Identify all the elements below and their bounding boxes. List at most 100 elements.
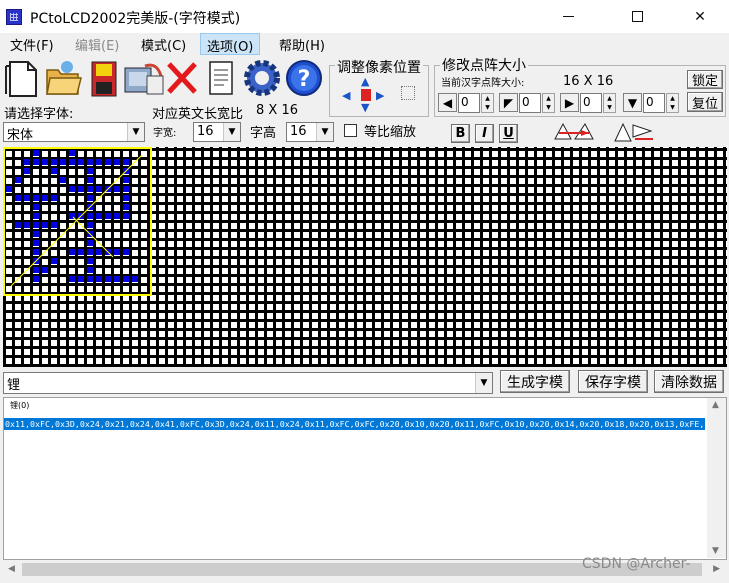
- pixel-on[interactable]: [69, 186, 75, 192]
- pixel-on[interactable]: [69, 159, 75, 165]
- generate-button[interactable]: 生成字模: [500, 370, 570, 393]
- pixel-on[interactable]: [87, 213, 93, 219]
- pixel-on[interactable]: [114, 249, 120, 255]
- minimize-button[interactable]: [545, 0, 591, 33]
- character-input[interactable]: 锂 ▼: [3, 372, 493, 394]
- pixel-on[interactable]: [60, 177, 66, 183]
- flip-horizontal-icon[interactable]: [551, 121, 597, 143]
- shift-up-icon[interactable]: ▲: [361, 75, 371, 88]
- pixel-on[interactable]: [87, 276, 93, 282]
- flip-vertical-icon[interactable]: [611, 121, 657, 143]
- spinner-bottom-field[interactable]: 0: [643, 93, 665, 113]
- pixel-on[interactable]: [33, 159, 39, 165]
- spinner-top-field[interactable]: 0: [519, 93, 541, 113]
- lock-button[interactable]: 锁定: [687, 70, 723, 89]
- spinner-left-buttons[interactable]: ▲ ▼: [481, 93, 494, 113]
- pixel-on[interactable]: [33, 231, 39, 237]
- pixel-on[interactable]: [87, 240, 93, 246]
- spinner-top-buttons[interactable]: ▲ ▼: [542, 93, 555, 113]
- pixel-on[interactable]: [33, 213, 39, 219]
- pixel-on[interactable]: [114, 186, 120, 192]
- chevron-down-icon[interactable]: ▼: [223, 123, 240, 141]
- pixel-on[interactable]: [42, 267, 48, 273]
- move-frame-icon[interactable]: [401, 86, 415, 100]
- pixel-on[interactable]: [87, 222, 93, 228]
- notes-icon[interactable]: [204, 58, 240, 98]
- close-button[interactable]: ✕: [677, 0, 723, 33]
- new-file-icon[interactable]: [4, 58, 40, 98]
- chevron-down-icon[interactable]: ▼: [127, 123, 144, 141]
- scroll-up-icon[interactable]: ▲: [712, 400, 719, 410]
- pixel-on[interactable]: [96, 213, 102, 219]
- pixel-on[interactable]: [96, 249, 102, 255]
- pixel-on[interactable]: [69, 249, 75, 255]
- maximize-button[interactable]: [614, 0, 660, 33]
- pixel-on[interactable]: [69, 276, 75, 282]
- settings-gear-icon[interactable]: [242, 58, 280, 98]
- pixel-on[interactable]: [123, 195, 129, 201]
- pixel-on[interactable]: [78, 276, 84, 282]
- pixel-on[interactable]: [123, 204, 129, 210]
- pixel-on[interactable]: [33, 249, 39, 255]
- pixel-on[interactable]: [33, 195, 39, 201]
- pixel-on[interactable]: [96, 276, 102, 282]
- shrink-top-icon[interactable]: ◤: [499, 93, 518, 112]
- pixel-on[interactable]: [87, 186, 93, 192]
- pixel-on[interactable]: [51, 222, 57, 228]
- help-icon[interactable]: ?: [284, 58, 322, 98]
- chevron-down-icon[interactable]: ▼: [316, 123, 333, 141]
- pixel-on[interactable]: [51, 168, 57, 174]
- shrink-bottom-icon[interactable]: ▼: [623, 93, 642, 112]
- spinner-left-field[interactable]: 0: [458, 93, 480, 113]
- shift-down-icon[interactable]: ▼: [361, 101, 371, 114]
- pixel-on[interactable]: [42, 195, 48, 201]
- shrink-right-icon[interactable]: ▶: [560, 93, 579, 112]
- export-icon[interactable]: [123, 58, 164, 98]
- pixel-on[interactable]: [78, 249, 84, 255]
- open-folder-icon[interactable]: [44, 58, 82, 98]
- pixel-on[interactable]: [33, 267, 39, 273]
- spinner-bottom-buttons[interactable]: ▲ ▼: [666, 93, 679, 113]
- pixel-on[interactable]: [33, 276, 39, 282]
- pixel-on[interactable]: [87, 267, 93, 273]
- pixel-on[interactable]: [24, 168, 30, 174]
- pixel-on[interactable]: [33, 240, 39, 246]
- pixel-on[interactable]: [15, 195, 21, 201]
- pixel-on[interactable]: [123, 276, 129, 282]
- width-select[interactable]: 16 ▼: [193, 122, 241, 142]
- pixel-on[interactable]: [6, 186, 12, 192]
- pixel-on[interactable]: [24, 159, 30, 165]
- chevron-down-icon[interactable]: ▼: [475, 373, 492, 393]
- pixel-on[interactable]: [24, 222, 30, 228]
- pixel-on[interactable]: [42, 222, 48, 228]
- underline-button[interactable]: U: [499, 124, 518, 143]
- pixel-on[interactable]: [105, 159, 111, 165]
- pixel-on[interactable]: [123, 186, 129, 192]
- shift-right-icon[interactable]: ▶: [376, 89, 388, 102]
- pixel-on[interactable]: [15, 177, 21, 183]
- menu-options[interactable]: 选项(O): [200, 33, 261, 55]
- app-icon[interactable]: [6, 9, 22, 25]
- vertical-scrollbar[interactable]: ▲ ▼: [707, 398, 726, 558]
- pixel-on[interactable]: [51, 195, 57, 201]
- italic-button[interactable]: I: [475, 124, 494, 143]
- pixel-on[interactable]: [78, 186, 84, 192]
- save-disk-icon[interactable]: [86, 58, 122, 98]
- pixel-on[interactable]: [96, 186, 102, 192]
- clear-button[interactable]: 清除数据: [654, 370, 724, 393]
- pixel-on[interactable]: [87, 195, 93, 201]
- pixel-on[interactable]: [123, 249, 129, 255]
- pixel-on[interactable]: [87, 159, 93, 165]
- pixel-on[interactable]: [105, 276, 111, 282]
- spinner-right-field[interactable]: 0: [580, 93, 602, 113]
- menu-edit[interactable]: 编辑(E): [69, 33, 125, 55]
- menu-help[interactable]: 帮助(H): [273, 33, 331, 55]
- menu-mode[interactable]: 模式(C): [135, 33, 192, 55]
- shift-left-icon[interactable]: ◀: [342, 89, 354, 102]
- pixel-on[interactable]: [69, 150, 75, 156]
- pixel-on[interactable]: [114, 276, 120, 282]
- pixel-on[interactable]: [87, 177, 93, 183]
- pixel-on[interactable]: [60, 159, 66, 165]
- pixel-on[interactable]: [51, 258, 57, 264]
- pixel-on[interactable]: [96, 159, 102, 165]
